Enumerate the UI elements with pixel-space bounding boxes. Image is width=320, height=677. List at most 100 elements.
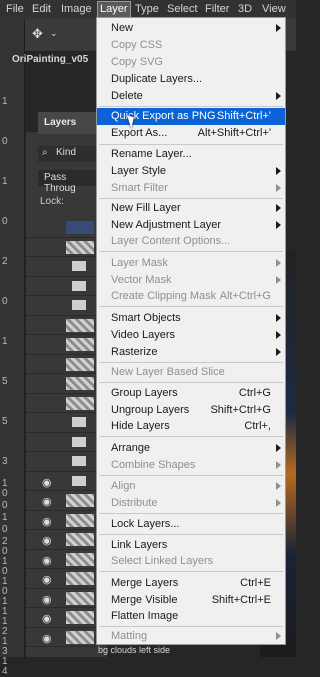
menu-layer[interactable]: Layer: [97, 1, 131, 18]
menu-separator: [99, 106, 283, 107]
layer-thumbnail: [66, 396, 94, 410]
menu-item-distribute[interactable]: Distribute: [97, 495, 285, 512]
layer-row[interactable]: ◉: [26, 530, 96, 550]
layer-row[interactable]: [26, 335, 96, 355]
eye-icon[interactable]: ◉: [42, 495, 52, 508]
menu-item-rasterize[interactable]: Rasterize: [97, 344, 285, 361]
menu-item-hide-layers[interactable]: Hide Layers Ctrl+,: [97, 418, 285, 435]
menu-item-create-clipping-mask[interactable]: Create Clipping Mask Alt+Ctrl+G: [97, 288, 285, 305]
chevron-down-icon[interactable]: ⌄: [50, 28, 58, 39]
menu-item-flatten-image[interactable]: Flatten Image: [97, 608, 285, 625]
eye-icon[interactable]: ◉: [42, 573, 52, 586]
submenu-arrow-icon: [276, 24, 281, 32]
menu-item-new[interactable]: New: [97, 20, 285, 37]
menu-item-video-layers[interactable]: Video Layers: [97, 327, 285, 344]
menu-item-merge-visible[interactable]: Merge Visible Shift+Ctrl+E: [97, 592, 285, 609]
menu-type[interactable]: Type: [135, 3, 159, 16]
layer-row[interactable]: ◉: [26, 472, 96, 491]
menu-item-duplicate-layers[interactable]: Duplicate Layers...: [97, 71, 285, 88]
menu-item-merge-layers[interactable]: Merge Layers Ctrl+E: [97, 575, 285, 592]
menu-item-copy-css[interactable]: Copy CSS: [97, 37, 285, 54]
submenu-arrow-icon: [276, 499, 281, 507]
menu-item-rename-layer[interactable]: Rename Layer...: [97, 146, 285, 163]
menu-item-align[interactable]: Align: [97, 478, 285, 495]
submenu-arrow-icon: [276, 632, 281, 640]
layer-row[interactable]: ◉: [26, 628, 96, 647]
menu-item-arrange[interactable]: Arrange: [97, 440, 285, 457]
menu-item-link-layers[interactable]: Link Layers: [97, 537, 285, 554]
menu-item-vector-mask[interactable]: Vector Mask: [97, 272, 285, 289]
menu-item-quick-export-png[interactable]: Quick Export as PNG Shift+Ctrl+': [97, 108, 285, 125]
submenu-arrow-icon: [276, 221, 281, 229]
menu-item-delete[interactable]: Delete: [97, 88, 285, 105]
menu-item-copy-svg[interactable]: Copy SVG: [97, 54, 285, 71]
menu-item-new-fill-layer[interactable]: New Fill Layer: [97, 200, 285, 217]
menu-item-layer-content-options[interactable]: Layer Content Options...: [97, 233, 285, 250]
move-tool-icon[interactable]: ✥: [32, 26, 43, 42]
layer-filter-kind[interactable]: ⌕ Kind: [38, 146, 96, 162]
menu-view[interactable]: View: [262, 3, 286, 16]
eye-icon[interactable]: ◉: [42, 554, 52, 567]
layer-row[interactable]: [26, 277, 96, 296]
menu-item-group-layers[interactable]: Group Layers Ctrl+G: [97, 385, 285, 402]
layer-row[interactable]: ◉: [26, 608, 96, 628]
layer-row[interactable]: [26, 355, 96, 374]
layer-row[interactable]: [26, 394, 96, 413]
menu-item-new-layer-based-slice[interactable]: New Layer Based Slice: [97, 364, 285, 381]
menu-edit[interactable]: Edit: [32, 3, 51, 16]
menu-item-label: Combine Shapes: [111, 459, 196, 471]
layer-thumbnail: [66, 552, 94, 566]
menu-item-matting[interactable]: Matting: [97, 628, 285, 645]
layer-name: bg clouds left side: [98, 645, 171, 655]
layers-tab[interactable]: Layers: [38, 112, 98, 134]
layer-row[interactable]: [26, 316, 96, 335]
menu-item-label: Merge Layers: [111, 577, 179, 589]
menu-item-layer-mask[interactable]: Layer Mask: [97, 255, 285, 272]
menu-item-smart-filter[interactable]: Smart Filter: [97, 180, 285, 197]
eye-icon[interactable]: ◉: [42, 534, 52, 547]
menu-item-combine-shapes[interactable]: Combine Shapes: [97, 457, 285, 474]
menu-item-lock-layers[interactable]: Lock Layers...: [97, 516, 285, 533]
menu-3d[interactable]: 3D: [238, 3, 252, 16]
layer-row[interactable]: [26, 238, 96, 257]
menu-item-select-linked-layers[interactable]: Select Linked Layers: [97, 553, 285, 570]
eye-icon[interactable]: ◉: [42, 476, 52, 489]
menu-item-export-as[interactable]: Export As... Alt+Shift+Ctrl+': [97, 125, 285, 142]
menu-item-layer-style[interactable]: Layer Style: [97, 163, 285, 180]
blend-mode-select[interactable]: Pass Throug: [38, 170, 96, 194]
eye-icon[interactable]: ◉: [42, 632, 52, 645]
layer-row[interactable]: [26, 296, 96, 316]
menu-filter[interactable]: Filter: [205, 3, 229, 16]
eye-icon[interactable]: ◉: [42, 515, 52, 528]
menu-image[interactable]: Image: [61, 3, 92, 16]
layer-row[interactable]: ◉: [26, 569, 96, 589]
search-icon: ⌕: [42, 147, 48, 158]
document-tab[interactable]: OriPainting_v05: [12, 54, 102, 74]
ruler-label: 1: [2, 96, 8, 107]
menu-item-shortcut: Shift+Ctrl+G: [210, 404, 271, 416]
menu-file[interactable]: File: [6, 3, 24, 16]
menu-item-ungroup-layers[interactable]: Ungroup Layers Shift+Ctrl+G: [97, 402, 285, 419]
layer-row[interactable]: [26, 257, 96, 277]
layer-row[interactable]: ◉: [26, 550, 96, 569]
eye-icon[interactable]: ◉: [42, 612, 52, 625]
menu-item-label: Matting: [111, 630, 148, 642]
layer-thumbnail: [66, 591, 94, 605]
eye-icon[interactable]: ◉: [42, 593, 52, 606]
layer-row[interactable]: ◉: [26, 589, 96, 608]
menu-item-new-adjustment-layer[interactable]: New Adjustment Layer: [97, 217, 285, 234]
submenu-arrow-icon: [276, 348, 281, 356]
layer-row[interactable]: ◉: [26, 491, 96, 511]
layer-row[interactable]: [26, 433, 96, 452]
menu-separator: [99, 251, 283, 252]
menu-separator: [99, 513, 283, 514]
layer-row[interactable]: [26, 452, 96, 472]
menu-item-label: Arrange: [111, 442, 151, 454]
menu-select[interactable]: Select: [167, 3, 198, 16]
layer-row[interactable]: [26, 218, 96, 238]
layer-row[interactable]: ◉: [26, 511, 96, 530]
folder-icon: [72, 417, 86, 427]
menu-item-smart-objects[interactable]: Smart Objects: [97, 310, 285, 327]
layer-row[interactable]: [26, 374, 96, 394]
layer-row[interactable]: [26, 413, 96, 433]
